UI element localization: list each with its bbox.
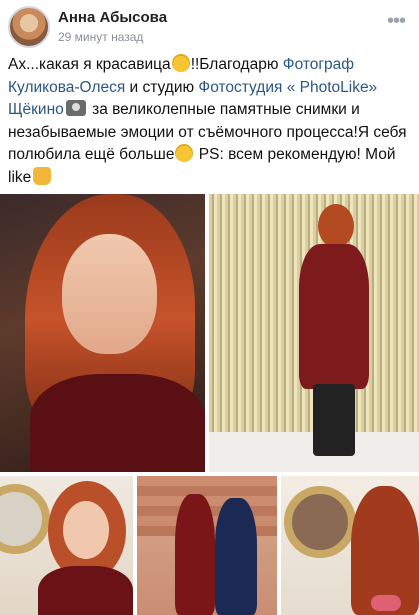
post-header: Анна Абысова 29 минут назад ••• (0, 0, 419, 52)
photo-two-women[interactable] (137, 476, 277, 615)
ellipsis-icon[interactable]: ••• (387, 10, 406, 33)
author-avatar[interactable] (8, 6, 50, 48)
photo-figure-dress (299, 244, 369, 389)
text-part-3: и студию (125, 78, 199, 96)
photo-figure-legs (313, 384, 355, 456)
photo-figure-hair (318, 204, 354, 248)
photo-mirror-portrait[interactable] (0, 476, 133, 615)
photo-mirror-back[interactable] (281, 476, 419, 615)
reaction-bubble-icon (371, 595, 401, 611)
thumbs-up-emoji-icon (33, 166, 52, 185)
photo-face (63, 501, 109, 559)
author-name[interactable]: Анна Абысова (58, 9, 167, 26)
camera-flash-emoji-icon (65, 100, 86, 117)
photo-mirror (0, 484, 50, 554)
photo-dress (38, 566, 133, 615)
post-timestamp[interactable]: 29 минут назад (58, 30, 143, 44)
photo-woman-blue (215, 498, 257, 615)
text-part-1: Ах...какая я красавица (8, 56, 171, 73)
photo-full-length[interactable] (209, 194, 419, 472)
photo-mirror (284, 486, 356, 558)
photo-portrait[interactable] (0, 194, 205, 472)
photo-dress (30, 374, 205, 472)
heart-eyes-emoji-icon (171, 54, 190, 72)
post-text: Ах...какая я красавица !!Благодарю Фотогр… (8, 54, 412, 190)
photo-woman-red-dress (175, 494, 215, 615)
star-struck-emoji-icon (175, 144, 194, 163)
photo-face (62, 234, 157, 354)
text-part-2: !!Благодарю (190, 56, 283, 73)
